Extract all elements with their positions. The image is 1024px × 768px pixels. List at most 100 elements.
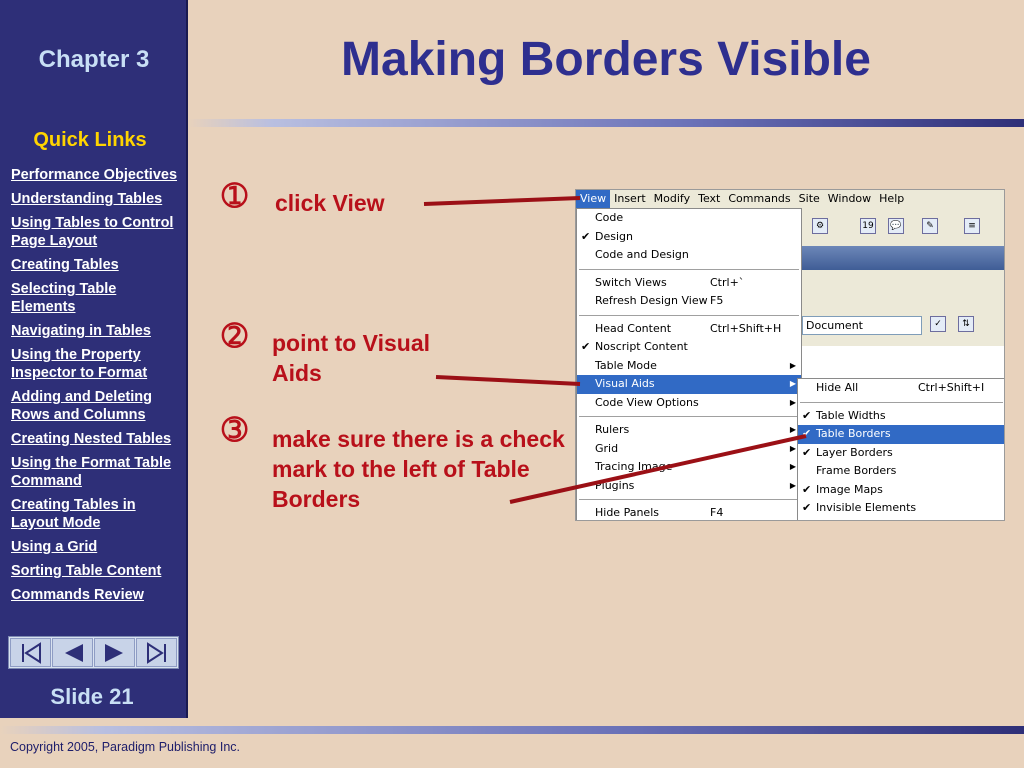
view-menu-design[interactable]: ✔ Design <box>577 228 801 247</box>
visual-aids-invisible-elements[interactable]: ✔ Invisible Elements <box>798 499 1004 518</box>
date-icon[interactable]: 19 <box>860 218 876 234</box>
first-slide-button[interactable] <box>10 638 51 667</box>
menu-separator <box>579 416 799 417</box>
quick-links-list: Performance Objectives Understanding Tab… <box>11 166 183 610</box>
submenu-arrow-icon: ▶ <box>789 379 796 388</box>
chapter-label: Chapter 3 <box>38 46 150 73</box>
view-menu-code-view-options[interactable]: Code View Options ▶ <box>577 394 801 413</box>
check-icon: ✔ <box>802 482 812 496</box>
check-icon: ✔ <box>581 340 591 353</box>
view-menu-table-mode[interactable]: Table Mode ▶ <box>577 357 801 376</box>
visual-aids-submenu: Hide All Ctrl+Shift+I ✔ Table Widths ✔ Tabl… <box>797 378 1004 520</box>
visual-aids-image-maps[interactable]: ✔ Image Maps <box>798 481 1004 500</box>
view-menu-hide-panels[interactable]: Hide Panels F4 <box>577 504 801 520</box>
step-3-text: make sure there is a check mark to the l… <box>272 426 565 512</box>
link-using-tables-layout[interactable]: Using Tables to Control Page Layout <box>11 215 173 249</box>
link-format-table-command[interactable]: Using the Format Table Command <box>11 455 171 489</box>
form-icon[interactable]: ≡ <box>964 218 980 234</box>
view-menu-rulers[interactable]: Rulers ▶ <box>577 421 801 440</box>
link-creating-nested-tables[interactable]: Creating Nested Tables <box>11 431 171 447</box>
quick-links-title: Quick Links <box>33 129 147 151</box>
validate-icon[interactable]: ✓ <box>930 316 946 332</box>
dreamweaver-screenshot: View Insert Modify Text Commands Site Wi… <box>575 189 1005 521</box>
next-slide-button[interactable] <box>94 638 135 667</box>
link-creating-tables[interactable]: Creating Tables <box>11 257 119 273</box>
menu-separator <box>800 401 1003 403</box>
menu-insert[interactable]: Insert <box>610 190 650 208</box>
submenu-arrow-icon: ▶ <box>789 397 796 407</box>
menu-commands[interactable]: Commands <box>724 190 794 208</box>
view-menu-refresh-design-view[interactable]: Refresh Design View F5 <box>577 292 801 311</box>
visual-aids-hide-all[interactable]: Hide All Ctrl+Shift+I <box>798 379 1004 398</box>
visual-aids-table-widths[interactable]: ✔ Table Widths <box>798 407 1004 426</box>
menu-separator <box>579 499 799 500</box>
comment-icon[interactable]: 💬 <box>888 218 904 234</box>
document-toolbar: Document ✓ ⇅ <box>798 286 1004 346</box>
last-slide-button[interactable] <box>136 638 177 667</box>
insert-toolbar: ⚙ 19 💬 ✎ ≡ <box>798 210 1004 244</box>
link-performance-objectives[interactable]: Performance Objectives <box>11 167 177 183</box>
menu-separator <box>579 268 799 270</box>
footer-divider <box>0 726 1024 734</box>
check-icon: ✔ <box>802 445 812 459</box>
view-menu-grid[interactable]: Grid ▶ <box>577 440 801 459</box>
link-commands-review[interactable]: Commands Review <box>11 587 144 603</box>
callout-line-visual-aids <box>435 375 581 386</box>
view-menu-noscript-content[interactable]: ✔ Noscript Content <box>577 338 801 357</box>
submenu-arrow-icon: ▶ <box>789 462 796 471</box>
submenu-arrow-icon: ▶ <box>789 480 796 490</box>
sidebar: Chapter 3 Quick Links Performance Object… <box>0 0 188 718</box>
link-understanding-tables[interactable]: Understanding Tables <box>11 191 162 207</box>
document-title-bar <box>798 246 1004 270</box>
link-using-a-grid[interactable]: Using a Grid <box>11 539 97 555</box>
check-icon: ✔ <box>802 427 812 440</box>
submenu-arrow-icon: ▶ <box>789 360 796 370</box>
edit-icon[interactable]: ✎ <box>922 218 938 234</box>
view-menu-plugins[interactable]: Plugins ▶ <box>577 477 801 496</box>
view-menu: Code ✔ Design Code and Design Switch View… <box>576 208 802 520</box>
view-menu-head-content[interactable]: Head Content Ctrl+Shift+H <box>577 320 801 339</box>
link-property-inspector[interactable]: Using the Property Inspector to Format <box>11 347 147 381</box>
step-3-number: ➂ <box>222 414 248 447</box>
previous-slide-icon <box>64 643 83 662</box>
callout-line-view <box>423 196 581 206</box>
visual-aids-frame-borders[interactable]: Frame Borders <box>798 462 1004 481</box>
menu-modify[interactable]: Modify <box>650 190 694 208</box>
step-1-text: click View <box>275 190 385 216</box>
submenu-arrow-icon: ▶ <box>789 443 796 453</box>
app-menubar: View Insert Modify Text Commands Site Wi… <box>576 190 1004 208</box>
view-menu-tracing-image[interactable]: Tracing Image ▶ <box>577 458 801 477</box>
step-1-number: ➀ <box>222 180 248 213</box>
menu-separator <box>579 314 799 316</box>
step-2-text: point to Visual Aids <box>272 330 431 386</box>
last-slide-icon <box>146 641 166 664</box>
step-2-number: ➁ <box>222 320 248 353</box>
document-title-field[interactable]: Document <box>802 316 922 335</box>
menu-site[interactable]: Site <box>795 190 824 208</box>
menu-view[interactable]: View <box>576 190 611 208</box>
menu-help[interactable]: Help <box>875 190 908 208</box>
server-icon[interactable]: ⚙ <box>812 218 828 234</box>
view-menu-visual-aids[interactable]: Visual Aids ▶ <box>577 375 801 394</box>
link-adding-deleting-rows[interactable]: Adding and Deleting Rows and Columns <box>11 389 152 423</box>
view-menu-code-and-design[interactable]: Code and Design <box>577 246 801 265</box>
slide-number: Slide 21 <box>50 684 134 709</box>
link-tables-layout-mode[interactable]: Creating Tables in Layout Mode <box>11 497 136 531</box>
check-icon: ✔ <box>802 408 812 422</box>
link-sorting-table-content[interactable]: Sorting Table Content <box>11 563 161 579</box>
slide-navigation <box>8 636 179 669</box>
previous-slide-button[interactable] <box>52 638 93 667</box>
file-transfer-icon[interactable]: ⇅ <box>958 316 974 332</box>
visual-aids-layer-borders[interactable]: ✔ Layer Borders <box>798 444 1004 463</box>
link-selecting-table-elements[interactable]: Selecting Table Elements <box>11 281 116 315</box>
copyright-notice: Copyright 2005, Paradigm Publishing Inc. <box>10 740 240 754</box>
first-slide-icon <box>21 641 41 664</box>
menu-text[interactable]: Text <box>694 190 724 208</box>
view-menu-switch-views[interactable]: Switch Views Ctrl+` <box>577 274 801 293</box>
header-divider <box>188 119 1024 127</box>
menu-window[interactable]: Window <box>824 190 875 208</box>
view-menu-code[interactable]: Code <box>577 209 801 228</box>
next-slide-icon <box>104 643 123 662</box>
link-navigating-in-tables[interactable]: Navigating in Tables <box>11 323 151 339</box>
visual-aids-table-borders[interactable]: ✔ Table Borders <box>798 425 1004 444</box>
